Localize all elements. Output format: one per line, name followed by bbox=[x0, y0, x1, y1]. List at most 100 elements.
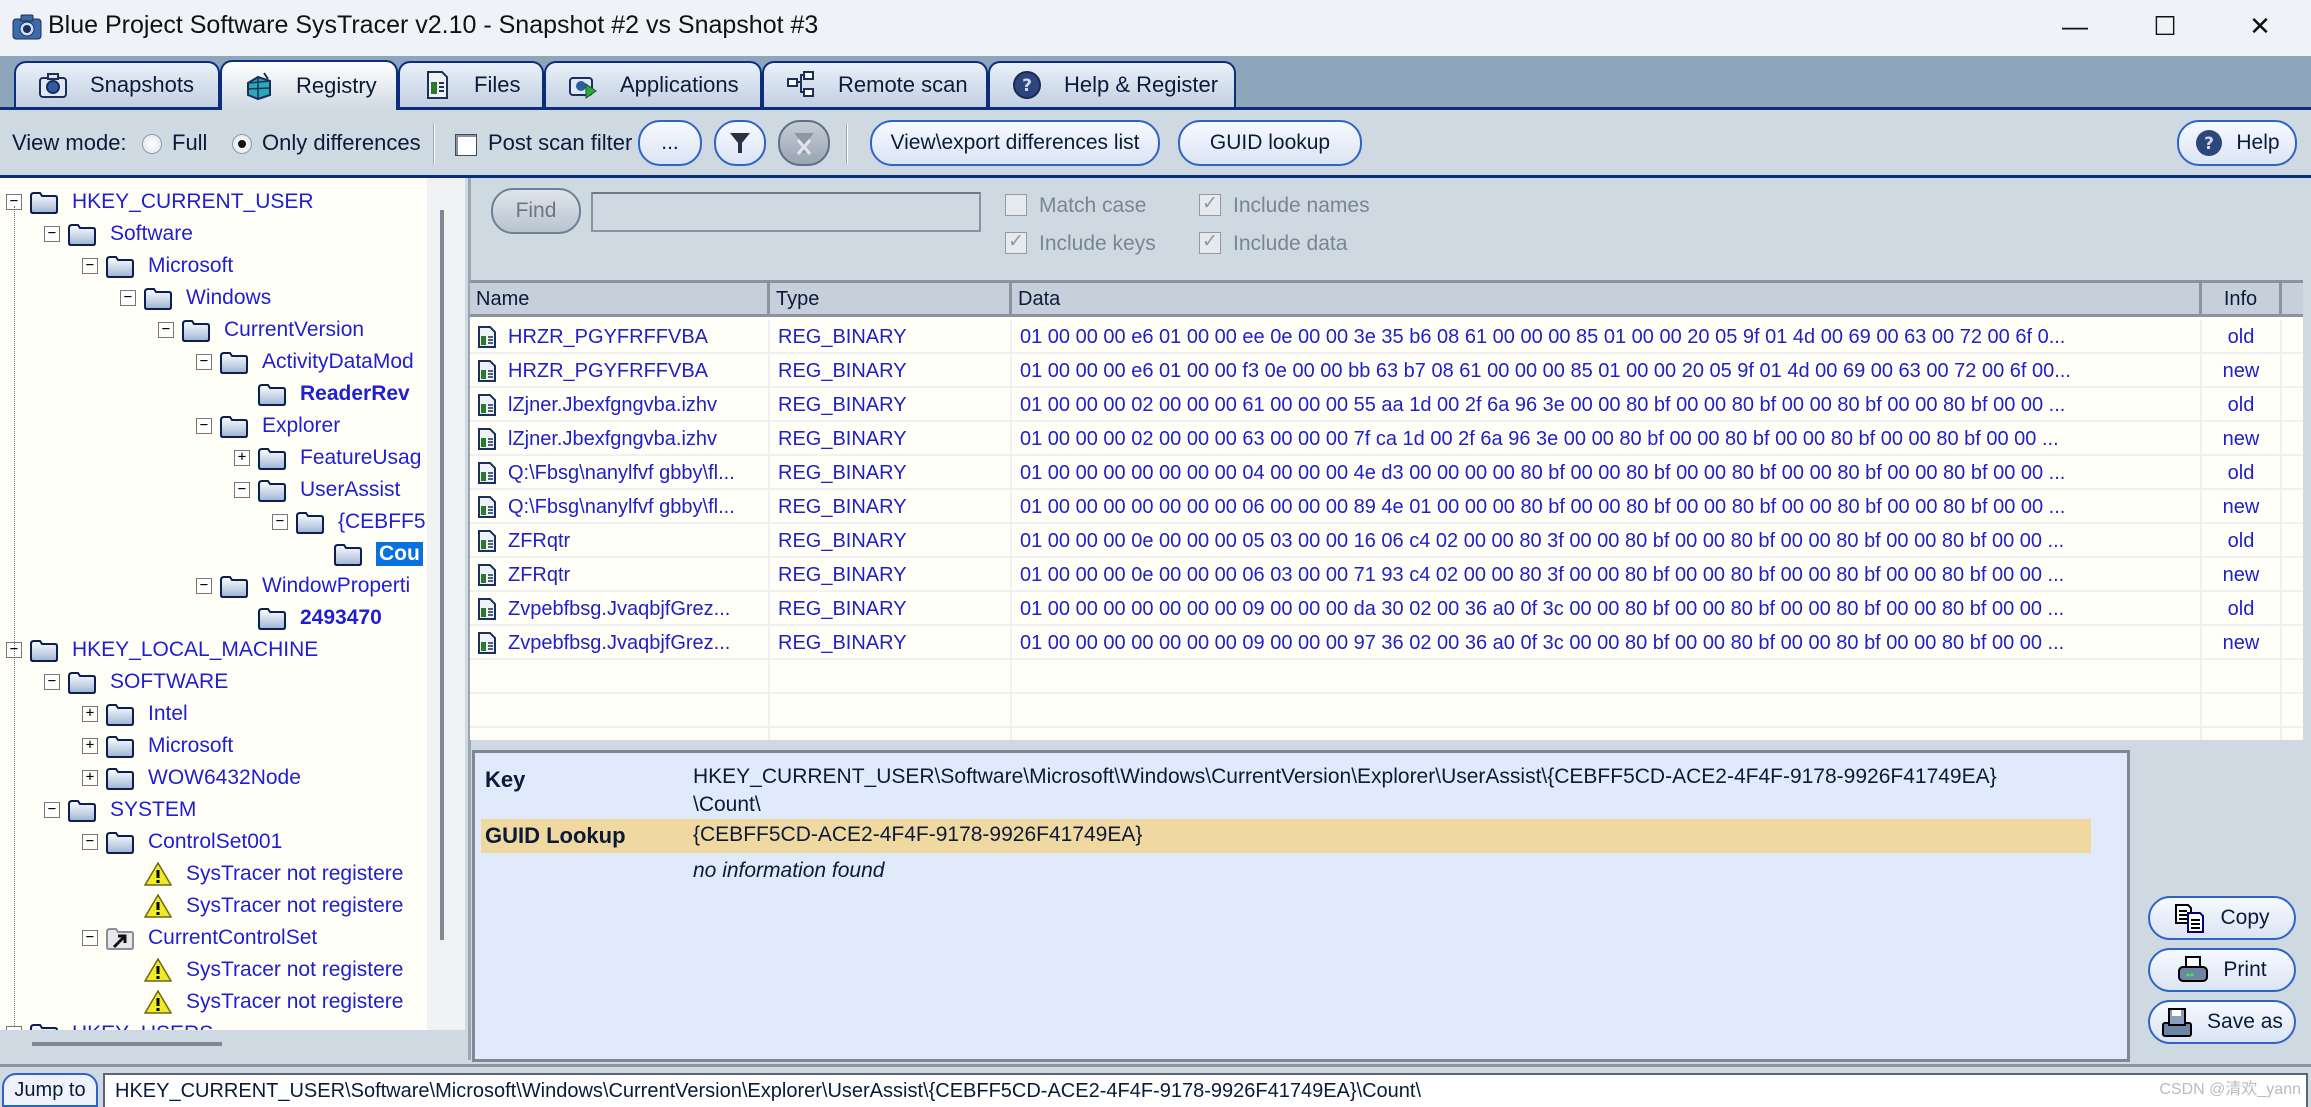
expand-icon[interactable]: + bbox=[234, 450, 250, 466]
collapse-icon[interactable]: − bbox=[120, 290, 136, 306]
tree-node[interactable]: ReaderRev bbox=[234, 378, 410, 410]
find-input[interactable] bbox=[591, 192, 981, 232]
collapse-icon[interactable]: − bbox=[196, 354, 212, 370]
table-row[interactable]: HRZR_PGYFRFFVBA REG_BINARY 01 00 00 00 e6 … bbox=[470, 320, 2303, 354]
expand-icon[interactable]: + bbox=[82, 706, 98, 722]
tab-applications[interactable]: Applications bbox=[544, 61, 762, 107]
apply-filter-button[interactable] bbox=[714, 120, 766, 166]
main-tab-strip: Snapshots Registry Files Applications Re… bbox=[0, 56, 2311, 110]
expand-icon[interactable]: + bbox=[82, 770, 98, 786]
tab-help-register[interactable]: ? Help & Register bbox=[988, 61, 1236, 107]
tree-node[interactable]: − HKEY_CURRENT_USER bbox=[6, 186, 314, 218]
table-row[interactable]: ZFRqtr REG_BINARY 01 00 00 00 0e 00 00 00 … bbox=[470, 558, 2303, 592]
tree-node[interactable]: − SYSTEM bbox=[44, 794, 196, 826]
tree-node[interactable]: Cou bbox=[310, 538, 423, 570]
table-row[interactable]: Q:\Fbsg\nanylfvf gbby\fl... REG_BINARY 01 … bbox=[470, 490, 2303, 524]
collapse-icon[interactable]: − bbox=[44, 674, 60, 690]
tree-node[interactable]: SysTracer not registere bbox=[120, 954, 403, 986]
expand-icon[interactable]: + bbox=[82, 738, 98, 754]
table-row[interactable]: Zvpebfbsg.JvaqbjfGrez... REG_BINARY 01 00 … bbox=[470, 592, 2303, 626]
column-header-info[interactable]: Info bbox=[2202, 283, 2282, 317]
tree-horizontal-scrollbar[interactable] bbox=[32, 1042, 222, 1046]
save-as-button[interactable]: Save as bbox=[2148, 1000, 2296, 1044]
table-row[interactable]: ZFRqtr REG_BINARY 01 00 00 00 0e 00 00 00 … bbox=[470, 524, 2303, 558]
table-row[interactable]: HRZR_PGYFRFFVBA REG_BINARY 01 00 00 00 e6 … bbox=[470, 354, 2303, 388]
printer-icon bbox=[2178, 956, 2209, 982]
tree-node[interactable]: − Software bbox=[44, 218, 193, 250]
collapse-icon[interactable]: − bbox=[272, 514, 288, 530]
tree-node[interactable]: SysTracer not registere bbox=[120, 986, 403, 1018]
print-button[interactable]: Print bbox=[2148, 948, 2296, 992]
post-scan-filter-checkbox[interactable] bbox=[455, 134, 477, 156]
post-scan-filter-options-button[interactable]: ... bbox=[638, 120, 702, 166]
tree-node[interactable]: + WOW6432Node bbox=[82, 762, 301, 794]
tree-node[interactable]: − Microsoft bbox=[82, 250, 233, 282]
column-header-name[interactable]: Name bbox=[470, 283, 770, 317]
tree-node[interactable]: − Explorer bbox=[196, 410, 340, 442]
tree-node[interactable]: − WindowProperti bbox=[196, 570, 410, 602]
tree-node[interactable]: − {CEBFF5 bbox=[272, 506, 426, 538]
table-row[interactable]: lZjner.Jbexfgngvba.izhv REG_BINARY 01 00 0… bbox=[470, 422, 2303, 456]
include-keys-label[interactable]: Include keys bbox=[1039, 232, 1156, 256]
include-data-checkbox[interactable] bbox=[1199, 230, 1221, 254]
table-row[interactable]: Zvpebfbsg.JvaqbjfGrez... REG_BINARY 01 00 … bbox=[470, 626, 2303, 660]
tree-node[interactable]: − Windows bbox=[120, 282, 271, 314]
tree-node[interactable]: − ControlSet001 bbox=[82, 826, 282, 858]
tab-remote-scan[interactable]: Remote scan bbox=[762, 61, 988, 107]
column-header-type[interactable]: Type bbox=[770, 283, 1012, 317]
column-header-data[interactable]: Data bbox=[1012, 283, 2202, 317]
table-row[interactable]: lZjner.Jbexfgngvba.izhv REG_BINARY 01 00 0… bbox=[470, 388, 2303, 422]
minimize-button[interactable]: — bbox=[2030, 0, 2120, 52]
collapse-icon[interactable]: − bbox=[44, 226, 60, 242]
tree-node[interactable]: − CurrentControlSet bbox=[82, 922, 317, 954]
close-button[interactable]: ✕ bbox=[2215, 0, 2305, 52]
match-case-label[interactable]: Match case bbox=[1039, 194, 1146, 218]
view-mode-only-differences-radio[interactable] bbox=[232, 134, 252, 154]
collapse-icon[interactable]: − bbox=[196, 418, 212, 434]
view-mode-full-label[interactable]: Full bbox=[172, 130, 207, 156]
tree-node[interactable]: 2493470 bbox=[234, 602, 382, 634]
tree-node[interactable]: − UserAssist bbox=[234, 474, 400, 506]
include-names-checkbox[interactable] bbox=[1199, 192, 1221, 216]
include-keys-checkbox[interactable] bbox=[1005, 230, 1027, 254]
collapse-icon[interactable]: − bbox=[196, 578, 212, 594]
help-button[interactable]: ? Help bbox=[2177, 120, 2297, 166]
view-mode-full-radio[interactable] bbox=[142, 134, 162, 154]
post-scan-filter-label[interactable]: Post scan filter bbox=[488, 130, 632, 156]
collapse-icon[interactable]: − bbox=[82, 930, 98, 946]
jump-to-button[interactable]: Jump to bbox=[2, 1073, 98, 1107]
tree-node[interactable]: SysTracer not registere bbox=[120, 890, 403, 922]
tree-node[interactable]: + Microsoft bbox=[82, 730, 233, 762]
tree-node[interactable]: − HKEY_LOCAL_MACHINE bbox=[6, 634, 318, 666]
tree-node[interactable]: SysTracer not registere bbox=[120, 858, 403, 890]
view-export-differences-button[interactable]: View\export differences list bbox=[870, 120, 1160, 166]
clear-filter-button[interactable] bbox=[778, 120, 830, 166]
collapse-icon[interactable]: − bbox=[82, 258, 98, 274]
maximize-button[interactable]: ☐ bbox=[2120, 0, 2210, 52]
tab-registry[interactable]: Registry bbox=[220, 60, 398, 110]
tree-node[interactable]: − ActivityDataMod bbox=[196, 346, 414, 378]
tree-node[interactable]: + FeatureUsag bbox=[234, 442, 421, 474]
find-button[interactable]: Find bbox=[491, 188, 581, 234]
collapse-icon[interactable]: − bbox=[158, 322, 174, 338]
tab-snapshots[interactable]: Snapshots bbox=[14, 61, 220, 107]
tab-files[interactable]: Files bbox=[398, 61, 544, 107]
jump-to-path-input[interactable]: HKEY_CURRENT_USER\Software\Microsoft\Win… bbox=[103, 1073, 2308, 1107]
copy-button[interactable]: Copy bbox=[2148, 896, 2296, 940]
collapse-icon[interactable]: − bbox=[82, 834, 98, 850]
tree-node[interactable]: − SOFTWARE bbox=[44, 666, 228, 698]
tree-node[interactable]: − CurrentVersion bbox=[158, 314, 364, 346]
include-names-label[interactable]: Include names bbox=[1233, 194, 1370, 218]
collapse-icon[interactable]: − bbox=[6, 1026, 22, 1030]
collapse-icon[interactable]: − bbox=[234, 482, 250, 498]
tree-node[interactable]: + Intel bbox=[82, 698, 188, 730]
view-mode-only-differences-label[interactable]: Only differences bbox=[262, 130, 421, 156]
collapse-icon[interactable]: − bbox=[44, 802, 60, 818]
match-case-checkbox[interactable] bbox=[1005, 194, 1027, 216]
folder-icon bbox=[296, 510, 338, 534]
include-data-label[interactable]: Include data bbox=[1233, 232, 1347, 256]
tree-node[interactable]: − HKEY_USERS bbox=[6, 1018, 213, 1030]
tree-vertical-scrollbar[interactable] bbox=[440, 210, 444, 940]
guid-lookup-button[interactable]: GUID lookup bbox=[1178, 120, 1362, 166]
table-row[interactable]: Q:\Fbsg\nanylfvf gbby\fl... REG_BINARY 01 … bbox=[470, 456, 2303, 490]
